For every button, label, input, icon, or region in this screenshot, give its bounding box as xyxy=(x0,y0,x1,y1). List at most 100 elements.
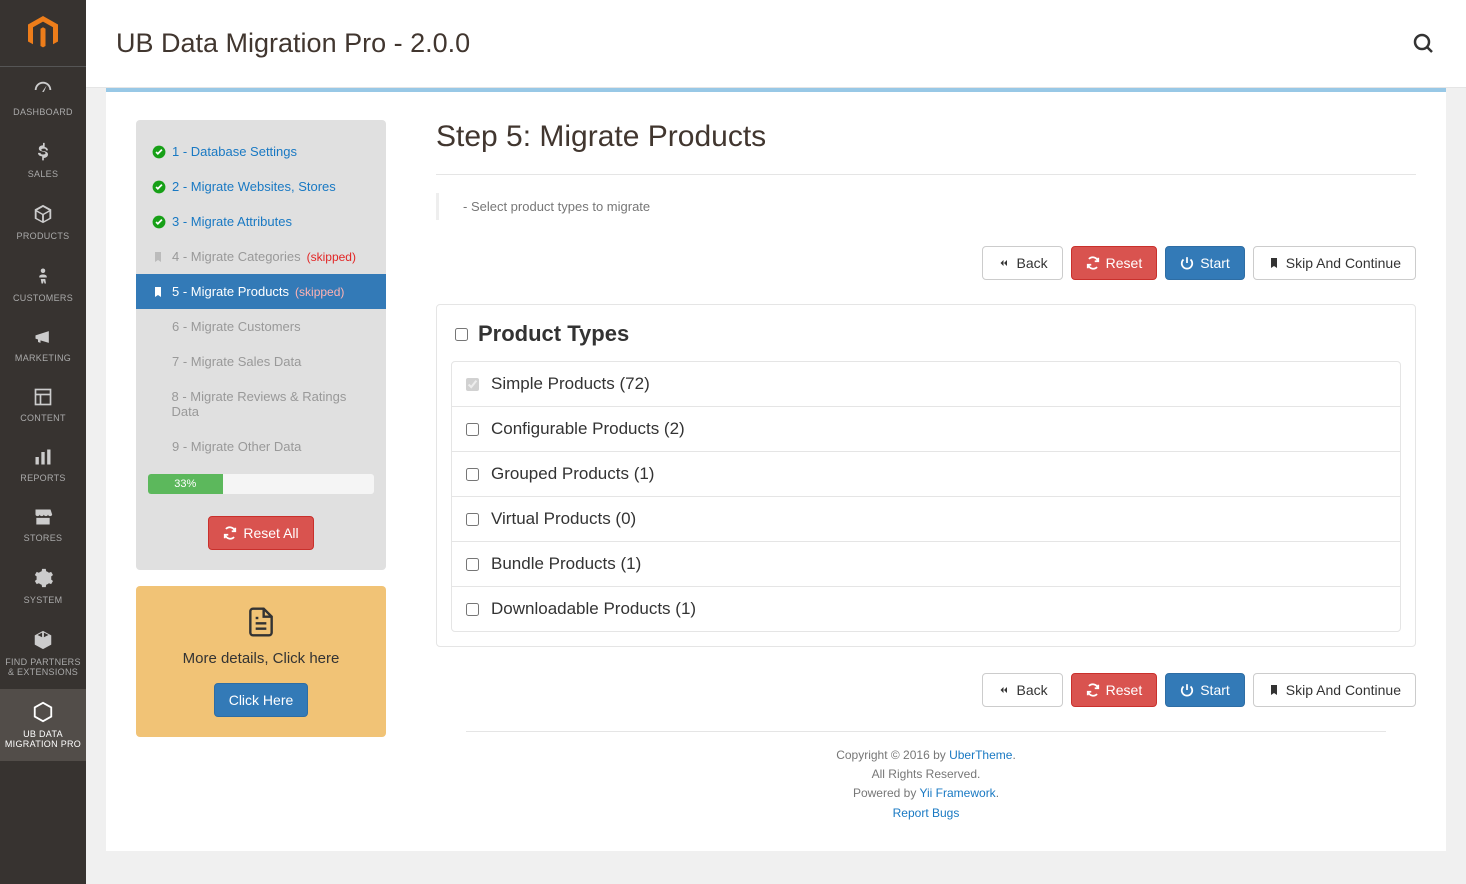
start-button[interactable]: Start xyxy=(1165,673,1245,707)
refresh-icon xyxy=(223,526,237,540)
back-icon xyxy=(997,257,1011,269)
product-type-label: Grouped Products (1) xyxy=(491,464,654,484)
product-type-row: Downloadable Products (1) xyxy=(452,586,1400,631)
product-type-label: Simple Products (72) xyxy=(491,374,650,394)
skipped-tag: (skipped) xyxy=(307,250,356,264)
action-buttons-top: Back Reset Start xyxy=(436,246,1416,280)
gauge-icon xyxy=(32,79,54,101)
reset-all-button[interactable]: Reset All xyxy=(208,516,313,550)
skip-button[interactable]: Skip And Continue xyxy=(1253,673,1416,707)
sidebar-item-find-partners-extensions[interactable]: FIND PARTNERS & EXTENSIONS xyxy=(0,617,86,689)
progress-label: 33% xyxy=(174,478,196,490)
step-item-5[interactable]: 5 - Migrate Products (skipped) xyxy=(136,274,386,309)
start-button[interactable]: Start xyxy=(1165,246,1245,280)
search-icon[interactable] xyxy=(1412,32,1436,56)
refresh-icon xyxy=(1086,683,1100,697)
nav-label: CUSTOMERS xyxy=(13,293,73,303)
steps-sidebar: 1 - Database Settings 2 - Migrate Website… xyxy=(136,120,386,570)
action-buttons-bottom: Back Reset Start xyxy=(436,673,1416,707)
product-type-label: Downloadable Products (1) xyxy=(491,599,696,619)
product-type-row: Simple Products (72) xyxy=(452,362,1400,406)
product-type-row: Virtual Products (0) xyxy=(452,496,1400,541)
click-here-button[interactable]: Click Here xyxy=(214,683,309,717)
skip-button[interactable]: Skip And Continue xyxy=(1253,246,1416,280)
document-icon xyxy=(150,606,372,638)
storefront-icon xyxy=(32,507,54,527)
nav-label: SALES xyxy=(28,169,59,179)
nav-label: PRODUCTS xyxy=(17,231,70,241)
step-item-6[interactable]: 6 - Migrate Customers xyxy=(136,309,386,344)
card-heading: Product Types xyxy=(478,321,629,347)
back-button[interactable]: Back xyxy=(982,673,1063,707)
step-label: 6 - Migrate Customers xyxy=(172,319,301,334)
step-label: 5 - Migrate Products xyxy=(172,284,289,299)
power-icon xyxy=(1180,683,1194,697)
info-text: More details, Click here xyxy=(150,650,372,667)
nav-label: MARKETING xyxy=(15,353,71,363)
sidebar-item-system[interactable]: SYSTEM xyxy=(0,555,86,617)
check-icon xyxy=(152,180,166,194)
megaphone-icon xyxy=(32,327,54,347)
product-type-row: Grouped Products (1) xyxy=(452,451,1400,496)
step-label: 8 - Migrate Reviews & Ratings Data xyxy=(172,389,371,419)
reset-button[interactable]: Reset xyxy=(1071,246,1158,280)
step-item-7[interactable]: 7 - Migrate Sales Data xyxy=(136,344,386,379)
back-icon xyxy=(997,684,1011,696)
ubertheme-link[interactable]: UberTheme xyxy=(949,748,1012,762)
nav-label: SYSTEM xyxy=(24,595,63,605)
sidebar-item-content[interactable]: CONTENT xyxy=(0,375,86,435)
sidebar-item-stores[interactable]: STORES xyxy=(0,495,86,555)
product-type-checkbox[interactable] xyxy=(466,423,479,436)
product-type-label: Bundle Products (1) xyxy=(491,554,641,574)
step-item-9[interactable]: 9 - Migrate Other Data xyxy=(136,429,386,464)
step-item-8[interactable]: 8 - Migrate Reviews & Ratings Data xyxy=(136,379,386,429)
step-label: 3 - Migrate Attributes xyxy=(172,214,292,229)
reset-button[interactable]: Reset xyxy=(1071,673,1158,707)
sidebar-item-reports[interactable]: REPORTS xyxy=(0,435,86,495)
product-type-checkbox[interactable] xyxy=(466,513,479,526)
sidebar-item-ub-data-migration-pro[interactable]: UB DATA MIGRATION PRO xyxy=(0,689,86,761)
nav-label: STORES xyxy=(24,533,63,543)
nav-label: UB DATA MIGRATION PRO xyxy=(4,729,82,749)
step-item-3[interactable]: 3 - Migrate Attributes xyxy=(136,204,386,239)
product-type-checkbox[interactable] xyxy=(466,603,479,616)
sidebar-item-products[interactable]: PRODUCTS xyxy=(0,191,86,253)
sidebar-item-sales[interactable]: SALES xyxy=(0,129,86,191)
step-heading: Step 5: Migrate Products xyxy=(436,120,1416,154)
step-label: 4 - Migrate Categories xyxy=(172,249,301,264)
dollar-icon xyxy=(33,141,53,163)
report-bugs-link[interactable]: Report Bugs xyxy=(893,806,960,820)
person-icon xyxy=(34,265,52,287)
gear-icon xyxy=(32,567,54,589)
cube-icon xyxy=(32,203,54,225)
step-label: 2 - Migrate Websites, Stores xyxy=(172,179,336,194)
step-label: 9 - Migrate Other Data xyxy=(172,439,301,454)
sidebar-item-marketing[interactable]: MARKETING xyxy=(0,315,86,375)
power-icon xyxy=(1180,256,1194,270)
nav-label: CONTENT xyxy=(20,413,66,423)
check-icon xyxy=(152,145,166,159)
bookmark-icon xyxy=(152,250,166,264)
step-item-4[interactable]: 4 - Migrate Categories (skipped) xyxy=(136,239,386,274)
sidebar-item-customers[interactable]: CUSTOMERS xyxy=(0,253,86,315)
step-item-1[interactable]: 1 - Database Settings xyxy=(136,134,386,169)
info-card: More details, Click here Click Here xyxy=(136,586,386,737)
step-item-2[interactable]: 2 - Migrate Websites, Stores xyxy=(136,169,386,204)
yii-link[interactable]: Yii Framework xyxy=(919,786,995,800)
progress-bar: 33% xyxy=(148,474,374,494)
check-icon xyxy=(152,215,166,229)
back-button[interactable]: Back xyxy=(982,246,1063,280)
sidebar-item-dashboard[interactable]: DASHBOARD xyxy=(0,67,86,129)
product-type-checkbox[interactable] xyxy=(466,468,479,481)
admin-sidebar: DASHBOARD SALES PRODUCTS CUSTOMERS MARKETING… xyxy=(0,0,86,884)
refresh-icon xyxy=(1086,256,1100,270)
product-type-checkbox[interactable] xyxy=(466,558,479,571)
step-label: 1 - Database Settings xyxy=(172,144,297,159)
bookmark-icon xyxy=(1268,683,1280,697)
bars-icon xyxy=(33,447,53,467)
nav-label: DASHBOARD xyxy=(13,107,73,117)
select-all-checkbox[interactable] xyxy=(455,328,468,341)
step-label: 7 - Migrate Sales Data xyxy=(172,354,301,369)
divider xyxy=(436,174,1416,175)
skipped-tag: (skipped) xyxy=(295,285,344,299)
